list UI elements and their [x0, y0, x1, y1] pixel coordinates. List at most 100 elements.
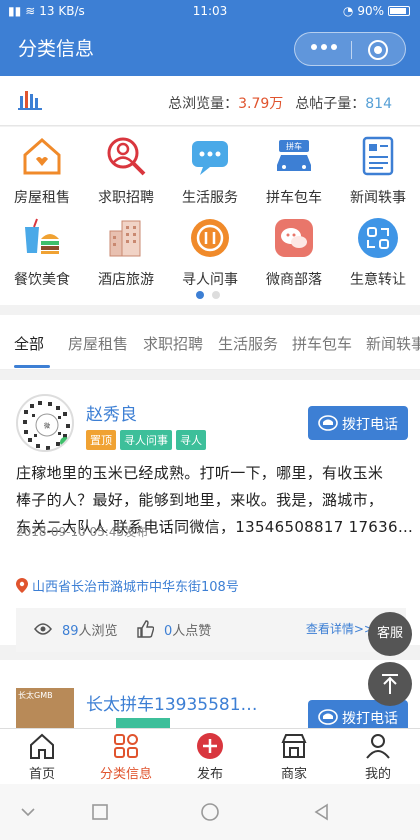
- tab-all[interactable]: 全部: [14, 333, 44, 354]
- category-label: 求职招聘: [98, 190, 154, 206]
- alarm-icon: ◔: [342, 4, 354, 18]
- nav-label: 首页: [28, 767, 55, 782]
- category-label: 寻人问事: [182, 272, 238, 288]
- phone-icon: [318, 415, 338, 431]
- house-icon: [23, 137, 61, 175]
- home-button-icon[interactable]: [200, 802, 220, 822]
- pinned-badge: 置顶: [86, 430, 116, 450]
- recent-apps-icon[interactable]: [90, 802, 110, 822]
- back-icon[interactable]: [312, 802, 332, 822]
- wechat-shop-icon: [275, 219, 313, 257]
- category-label: 微商部落: [266, 272, 322, 288]
- poster-name[interactable]: 赵秀良: [86, 400, 137, 425]
- post-address[interactable]: 山西省长治市潞城市中华东街108号: [16, 576, 239, 595]
- nav-profile[interactable]: 我的: [336, 729, 420, 785]
- job-search-icon: [107, 137, 146, 176]
- category-label: 生活服务: [182, 190, 238, 206]
- call-button[interactable]: 拨打电话: [308, 406, 408, 440]
- stats-bar: 总浏览量：3.79万 总帖子量：814: [0, 76, 420, 126]
- post-content-line: 棒子的人？最好，能够到地里，来收。我是，潞城市，: [16, 491, 384, 509]
- help-icon: [191, 219, 229, 257]
- tab-job[interactable]: 求职招聘: [143, 333, 203, 354]
- category-transfer[interactable]: 生意转让: [336, 211, 420, 291]
- close-miniapp-icon[interactable]: [368, 40, 388, 60]
- shop-icon: [281, 734, 307, 758]
- nav-label: 分类信息: [99, 767, 152, 782]
- poster-name[interactable]: 长太拼车13935581…: [86, 690, 258, 715]
- view-count-number: 89: [62, 624, 79, 639]
- category-label: 拼车包车: [266, 190, 322, 206]
- qr-avatar[interactable]: 微: [16, 394, 74, 452]
- category-wechat-shop[interactable]: 微商部落: [252, 211, 336, 291]
- category-job[interactable]: 求职招聘: [84, 129, 168, 209]
- category-hotel[interactable]: 酒店旅游: [84, 211, 168, 291]
- system-nav-bar: [0, 784, 420, 840]
- category-house[interactable]: 房屋租售: [0, 129, 84, 209]
- arrow-up-icon: [382, 674, 398, 694]
- grid-pager: [196, 291, 220, 299]
- category-grid: 房屋租售 求职招聘 生活服务 拼车 拼车包车 新闻轶事 餐饮美食 酒店旅游 寻人…: [0, 127, 420, 305]
- tab-service[interactable]: 生活服务: [218, 333, 278, 354]
- location-pin-icon: [16, 578, 28, 593]
- back-to-top-button[interactable]: [368, 662, 412, 706]
- battery-percent: 90%: [357, 4, 384, 18]
- category-food[interactable]: 餐饮美食: [0, 211, 84, 291]
- phone-icon: [318, 709, 338, 725]
- category-label: 生意转让: [350, 272, 406, 288]
- post-thumbnail[interactable]: 长太GMB: [16, 688, 74, 730]
- category-news[interactable]: 新闻轶事: [336, 129, 420, 209]
- views-value: 3.79万: [238, 96, 284, 112]
- svg-text:拼车: 拼车: [286, 141, 302, 151]
- category-label: 酒店旅游: [98, 272, 154, 288]
- more-menu-icon[interactable]: [311, 44, 337, 50]
- like-count: 0人点赞: [164, 620, 211, 639]
- transfer-icon: [358, 218, 398, 258]
- category-carpool[interactable]: 拼车 拼车包车: [252, 129, 336, 209]
- category-badge: 寻人问事: [120, 430, 172, 450]
- posts-value: 814: [365, 96, 392, 112]
- nav-label: 我的: [364, 767, 391, 782]
- page-title: 分类信息: [18, 38, 95, 60]
- miniapp-capsule: [294, 32, 406, 66]
- newspaper-icon: [362, 136, 394, 176]
- post-card[interactable]: 微 赵秀良 置顶 寻人问事 寻人 拨打电话 庄稼地里的玉米已经成熟。打听一下，哪…: [0, 380, 420, 652]
- hotel-icon: [109, 220, 141, 257]
- chevron-down-icon[interactable]: [18, 802, 38, 822]
- tab-underline: [14, 365, 50, 368]
- title-bar: 分类信息: [0, 22, 420, 76]
- category-label: 餐饮美食: [14, 272, 70, 288]
- nav-shop[interactable]: 商家: [252, 729, 336, 785]
- status-bar: ▮▮ ≋ 13 KB/s 11:03 ◔ 90%: [0, 0, 420, 22]
- view-count: 89人浏览: [62, 620, 118, 639]
- tab-news[interactable]: 新闻轶事: [366, 333, 420, 354]
- category-label: 房屋租售: [14, 190, 70, 206]
- battery-icon: [388, 6, 410, 16]
- posts-label: 总帖子量：: [295, 96, 366, 112]
- stats-line: 总浏览量：3.79万 总帖子量：814: [168, 93, 392, 113]
- views-label: 总浏览量：: [168, 96, 239, 112]
- tab-house[interactable]: 房屋租售: [68, 333, 128, 354]
- thumbs-up-icon[interactable]: [136, 620, 154, 638]
- view-detail-link[interactable]: 查看详情>>: [306, 620, 374, 637]
- category-icon: [114, 734, 138, 758]
- category-findperson[interactable]: 寻人问事: [168, 211, 252, 291]
- tab-carpool[interactable]: 拼车包车: [292, 333, 352, 354]
- bottom-nav: 首页 分类信息 发布 商家 我的: [0, 728, 420, 784]
- food-icon: [25, 218, 59, 254]
- customer-service-button[interactable]: 客服: [368, 612, 412, 656]
- pager-dot-active[interactable]: [196, 291, 204, 299]
- publish-icon: [197, 733, 223, 759]
- nav-home[interactable]: 首页: [0, 729, 84, 785]
- post-card[interactable]: 长太GMB 长太拼车13935581… 拨打电话: [0, 660, 420, 730]
- nav-label: 发布: [196, 767, 223, 782]
- profile-icon: [366, 734, 390, 759]
- nav-category[interactable]: 分类信息: [84, 729, 168, 785]
- pager-dot[interactable]: [212, 291, 220, 299]
- car-icon: 拼车: [277, 140, 311, 171]
- category-tabs: 全部 房屋租售 求职招聘 生活服务 拼车包车 新闻轶事: [0, 315, 420, 370]
- category-service[interactable]: 生活服务: [168, 129, 252, 209]
- post-time: 2018-09-10 05:45发布: [16, 525, 149, 539]
- nav-publish[interactable]: 发布: [168, 729, 252, 785]
- view-count-suffix: 人浏览: [78, 624, 118, 639]
- post-footer: 89人浏览 0人点赞 查看详情>>: [16, 608, 406, 652]
